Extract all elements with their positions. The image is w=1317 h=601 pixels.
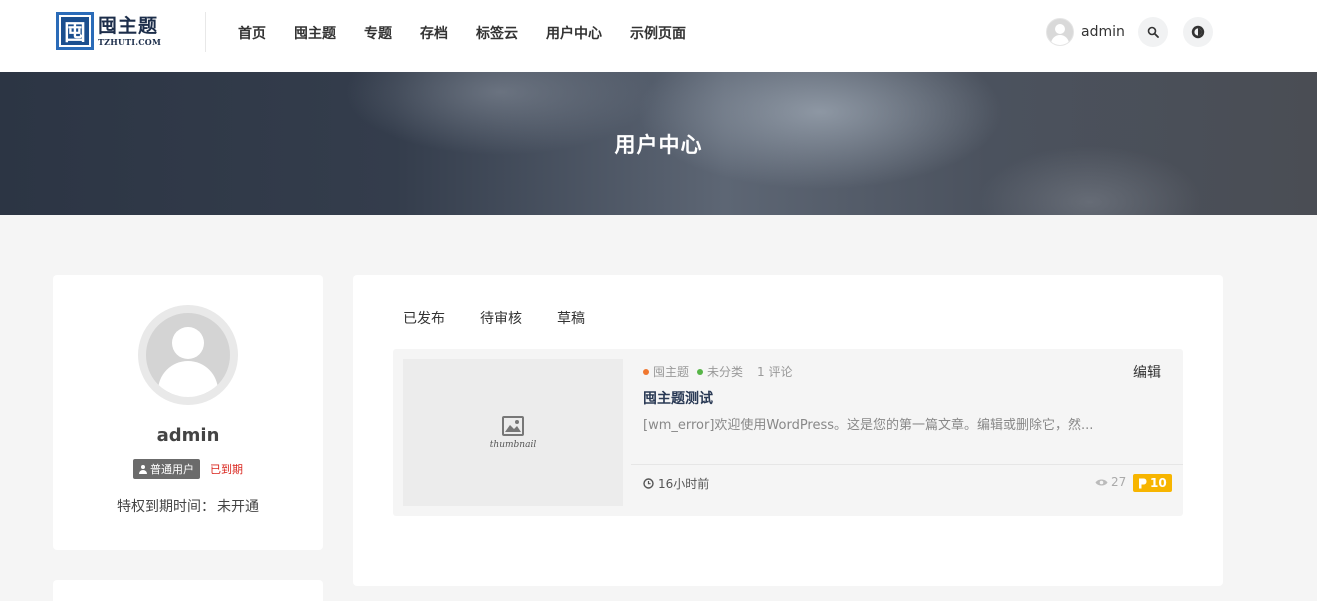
category-dot: [697, 368, 704, 375]
post-time: 16小时前: [643, 475, 709, 492]
points-icon: [1139, 478, 1147, 488]
nav-item-archive[interactable]: 存档: [420, 23, 448, 43]
profile-card: admin 普通用户 已到期 特权到期时间： 未开通: [53, 275, 323, 550]
post-status-tabs: 已发布 待审核 草稿: [403, 308, 620, 328]
search-button[interactable]: [1138, 17, 1168, 47]
post-excerpt: [wm_error]欢迎使用WordPress。这是您的第一篇文章。编辑或删除它…: [643, 418, 1094, 433]
logo-title: 囤主题: [98, 15, 159, 37]
privilege-label: 特权到期时间：: [117, 499, 215, 515]
comment-count[interactable]: 1 评论: [757, 363, 792, 380]
points-label: 10: [1150, 476, 1167, 490]
category-label: 未分类: [707, 365, 744, 379]
theme-toggle-icon: [1191, 25, 1205, 39]
clock-icon: [643, 478, 654, 489]
nav-item-topics[interactable]: 专题: [364, 23, 392, 43]
eye-icon: [1095, 479, 1108, 485]
category-tzhuti[interactable]: 囤主题: [643, 363, 689, 380]
profile-name: admin: [156, 425, 220, 446]
page-banner: 用户中心: [0, 72, 1317, 215]
privilege-expiry: 特权到期时间： 未开通: [53, 496, 323, 516]
thumbnail-label: thumbnail: [489, 439, 537, 450]
nav-item-sample-page[interactable]: 示例页面: [630, 23, 686, 43]
privilege-value: 未开通: [217, 499, 259, 515]
category-dot: [643, 368, 649, 375]
view-count: 27: [1095, 475, 1126, 489]
post-time-label: 16小时前: [658, 477, 710, 491]
nav-item-user-center[interactable]: 用户中心: [546, 23, 602, 43]
membership-status: 已到期: [210, 463, 243, 476]
category-label: 囤主题: [653, 365, 690, 379]
avatar-icon: [1046, 18, 1074, 46]
user-name: admin: [1081, 24, 1125, 40]
avatar-head-shape: [172, 327, 204, 359]
profile-avatar: [138, 305, 238, 405]
search-icon: [1147, 26, 1159, 38]
secondary-card: [53, 580, 323, 601]
tab-drafts[interactable]: 草稿: [557, 308, 585, 328]
tab-pending[interactable]: 待审核: [480, 308, 522, 328]
post-divider: [631, 464, 1183, 465]
points-badge: 10: [1133, 474, 1172, 492]
logo-text: 囤主题 TZHUTI.COM: [98, 15, 161, 47]
post-item: thumbnail 囤主题 未分类 1 评论 编辑 囤主题测试 [wm_erro…: [393, 349, 1183, 516]
image-icon: [502, 415, 524, 436]
site-logo[interactable]: 囤 囤主题 TZHUTI.COM: [56, 9, 172, 53]
nav-item-tag-cloud[interactable]: 标签云: [476, 23, 518, 43]
role-badge: 普通用户: [133, 459, 200, 479]
user-icon: [139, 464, 147, 474]
page-title: 用户中心: [614, 132, 703, 157]
post-title[interactable]: 囤主题测试: [643, 388, 713, 408]
tab-published[interactable]: 已发布: [403, 308, 445, 328]
role-label: 普通用户: [150, 463, 194, 476]
header-divider: [205, 12, 206, 52]
nav-item-tzhuti[interactable]: 囤主题: [294, 23, 336, 43]
site-header: 囤 囤主题 TZHUTI.COM 首页 囤主题 专题 存档 标签云 用户中心 示…: [0, 0, 1317, 72]
post-meta: 囤主题 未分类 1 评论: [643, 363, 792, 380]
nav-item-home[interactable]: 首页: [238, 23, 266, 43]
logo-subtitle: TZHUTI.COM: [98, 37, 161, 47]
user-menu[interactable]: admin: [1046, 17, 1125, 47]
main-nav: 首页 囤主题 专题 存档 标签云 用户中心 示例页面: [238, 0, 714, 66]
edit-post-link[interactable]: 编辑: [1133, 362, 1161, 382]
logo-mark: 囤: [56, 12, 94, 50]
category-uncategorized[interactable]: 未分类: [697, 363, 743, 380]
post-thumbnail[interactable]: thumbnail: [403, 359, 623, 506]
avatar-body-shape: [158, 361, 218, 397]
profile-badges: 普通用户 已到期: [53, 459, 323, 479]
posts-panel: 已发布 待审核 草稿 thumbnail 囤主题 未分类 1 评论 编辑 囤主题…: [353, 275, 1223, 586]
theme-toggle-button[interactable]: [1183, 17, 1213, 47]
view-count-label: 27: [1111, 475, 1127, 489]
